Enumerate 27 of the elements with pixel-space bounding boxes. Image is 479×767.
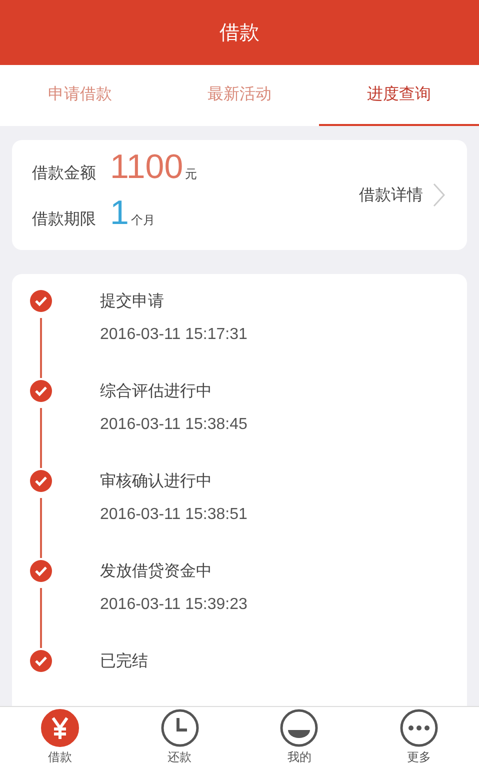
tab[interactable]: 进度查询 (319, 65, 479, 126)
smile-icon (280, 709, 318, 747)
amount-value: 1100 (110, 150, 184, 184)
step-title: 审核确认进行中 (100, 471, 213, 492)
term-unit: 个月 (130, 212, 155, 229)
amount-label: 借款金额 (32, 163, 96, 184)
step-title: 发放借贷资金中 (100, 561, 213, 582)
amount-unit: 元 (185, 166, 198, 183)
more-icon (400, 709, 438, 747)
step-title: 综合评估进行中 (100, 381, 213, 402)
page-title: 借款 (220, 19, 260, 46)
step-time: 2016-03-11 15:17:31 (100, 326, 248, 344)
nav-tab[interactable]: 更多 (359, 707, 479, 767)
step-time: 2016-03-11 15:38:45 (100, 416, 248, 434)
chevron-right-icon (433, 183, 445, 207)
nav-tab[interactable]: 我的 (240, 707, 360, 767)
nav-tab[interactable]: 还款 (120, 707, 240, 767)
step-title: 已完结 (100, 651, 148, 672)
loan-details-link[interactable]: 借款详情 (359, 183, 445, 207)
clock-icon (160, 709, 199, 747)
yen-icon (40, 709, 79, 747)
step-title: 提交申请 (100, 291, 165, 312)
term-value: 1 (110, 196, 129, 230)
step-time: 2016-03-11 15:38:51 (100, 506, 248, 524)
term-label: 借款期限 (32, 209, 96, 230)
step-time: 2016-03-11 15:39:23 (100, 596, 248, 614)
nav-tab[interactable]: 借款 (0, 707, 120, 767)
